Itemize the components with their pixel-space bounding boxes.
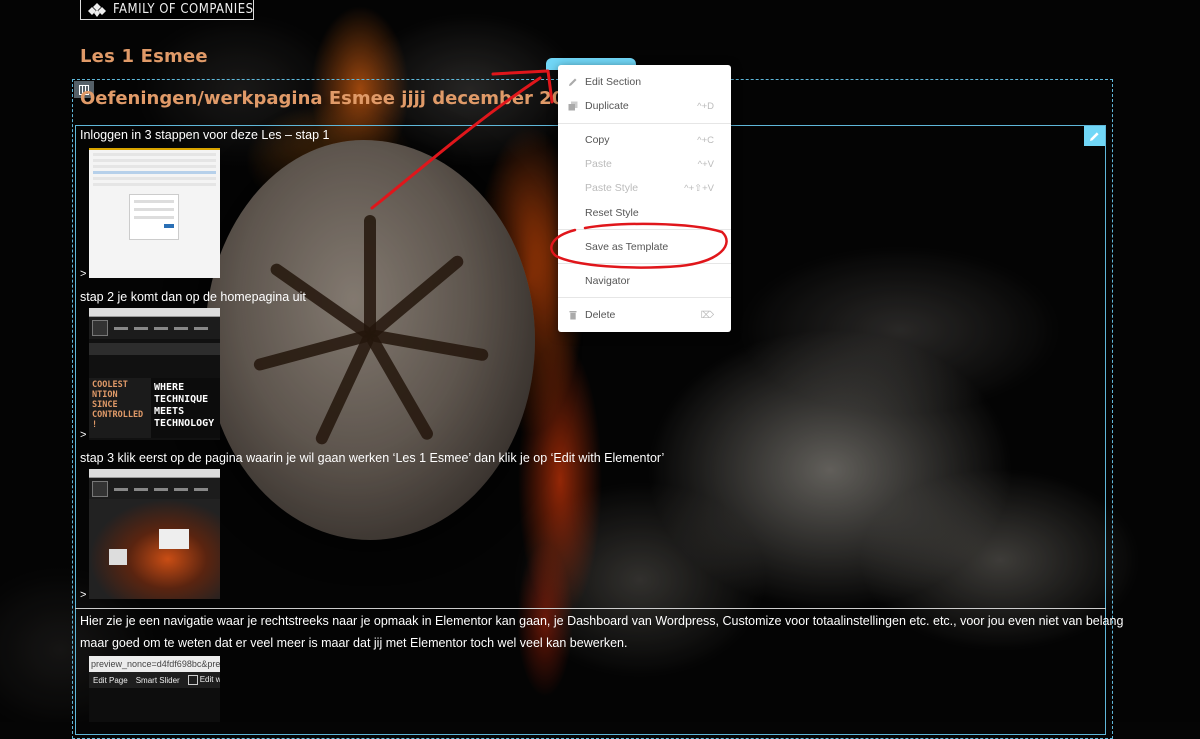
screenshot-thumbnail-edit-elementor[interactable] (89, 469, 220, 599)
menu-item-reset-style[interactable]: Reset Style (558, 202, 731, 224)
step3-text: stap 3 klik eerst op de pagina waarin je… (80, 451, 665, 465)
menu-item-navigator[interactable]: Navigator (558, 270, 731, 292)
caret-text: > (80, 429, 87, 441)
diamond-logo-icon (87, 2, 107, 18)
menu-item-save-as-template[interactable]: Save as Template (558, 236, 731, 258)
menu-separator (558, 123, 731, 124)
nav-paragraph-line1: Hier zie je een navigatie waar je rechts… (80, 614, 1124, 628)
nav-paragraph-line2: maar goed om te weten dat er veel meer i… (80, 636, 628, 650)
pencil-icon (568, 77, 578, 87)
screenshot-thumbnail-login[interactable] (89, 148, 220, 278)
menu-item-delete[interactable]: Delete ⌦ (558, 304, 731, 326)
thumbnail-url: preview_nonce=d4fdf698bc&preview=true (89, 656, 220, 672)
screenshot-thumbnail-homepage[interactable]: COOLEST NTION SINCE CONTROLLED ! WHERE T… (89, 308, 220, 440)
logo-text: FAMILY OF COMPANIES (113, 2, 254, 17)
thumbnail-admin-bar: Edit Page Smart Slider Edit with El (89, 672, 220, 688)
caret-text: > (80, 589, 87, 601)
page-title: Les 1 Esmee (80, 46, 208, 67)
screenshot-thumbnail-admin-bar[interactable]: preview_nonce=d4fdf698bc&preview=true Ed… (89, 656, 220, 722)
edit-widget-pencil-icon[interactable] (1084, 126, 1105, 146)
thumbnail-heading-right: WHERE TECHNIQUE MEETS TECHNOLOGY (151, 378, 220, 438)
step1-text: Inloggen in 3 stappen voor deze Les – st… (80, 128, 330, 142)
context-menu: Edit Section Duplicate ^+D Copy ^+C Past… (558, 65, 731, 332)
step2-text: stap 2 je komt dan op de homepagina uit (80, 290, 306, 304)
site-logo[interactable]: FAMILY OF COMPANIES (80, 0, 254, 20)
caret-text: > (80, 268, 87, 280)
menu-separator (558, 229, 731, 230)
menu-separator (558, 297, 731, 298)
menu-item-paste[interactable]: Paste ^+V (558, 153, 731, 175)
menu-separator (558, 263, 731, 264)
menu-item-paste-style[interactable]: Paste Style ^+⇧+V (558, 177, 731, 199)
copy-icon (568, 101, 578, 111)
menu-item-edit-section[interactable]: Edit Section (558, 71, 731, 93)
trash-icon (568, 310, 578, 320)
menu-item-duplicate[interactable]: Duplicate ^+D (558, 95, 731, 117)
thumbnail-heading-left: COOLEST NTION SINCE CONTROLLED ! (89, 378, 151, 438)
divider (75, 608, 1106, 609)
menu-item-copy[interactable]: Copy ^+C (558, 129, 731, 151)
